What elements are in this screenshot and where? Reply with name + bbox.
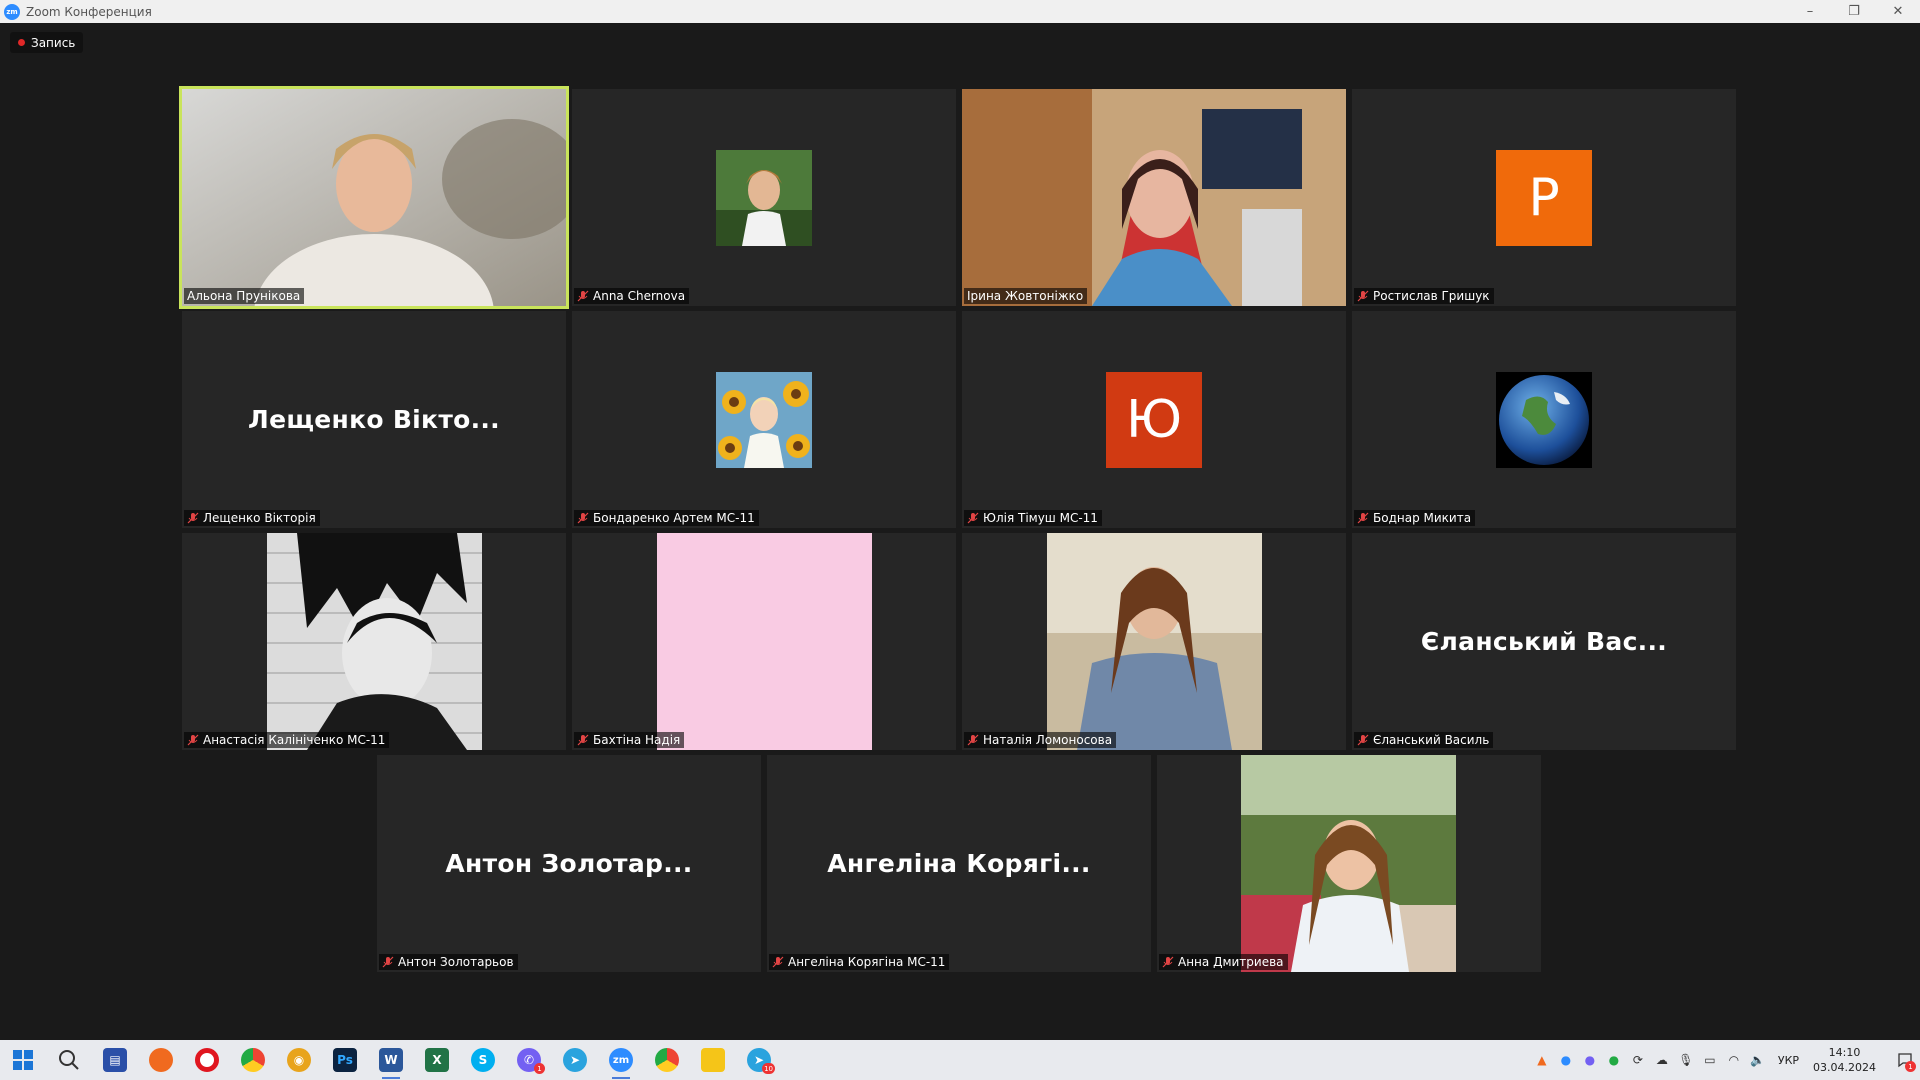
participant-center-name: Ангеліна Корягі... — [827, 849, 1091, 878]
participant-picture — [1047, 533, 1262, 750]
participant-nameplate: Бондаренко Артем МС-11 — [574, 510, 759, 526]
participant-center-name: Лещенко Вікто... — [248, 405, 500, 434]
participant-tile-p15[interactable]: Анна Дмитриева — [1157, 755, 1541, 972]
language-indicator[interactable]: УКР — [1778, 1054, 1799, 1067]
participant-video — [962, 89, 1346, 306]
viber-tray-icon[interactable]: ● — [1578, 1040, 1602, 1080]
participant-nameplate: Ангеліна Корягіна МС-11 — [769, 954, 950, 970]
viber-icon[interactable]: ✆ 1 — [506, 1040, 552, 1080]
mic-muted-icon — [772, 956, 784, 968]
telegram-badge: 10 — [762, 1063, 775, 1074]
viber-badge: 1 — [534, 1063, 545, 1074]
participant-picture — [1241, 755, 1456, 972]
participant-tile-p14[interactable]: Ангеліна Корягі... Ангеліна Корягіна МС-… — [767, 755, 1151, 972]
wifi-icon[interactable]: ◠ — [1722, 1040, 1746, 1080]
mic-muted-icon — [1357, 290, 1369, 302]
zoom-icon[interactable]: zm — [598, 1040, 644, 1080]
mic-muted-icon — [1357, 734, 1369, 746]
clock[interactable]: 14:10 03.04.2024 — [1813, 1045, 1876, 1075]
mic-muted-icon — [577, 290, 589, 302]
participant-tile-p6[interactable]: Бондаренко Артем МС-11 — [572, 311, 956, 528]
participant-tile-p11[interactable]: Наталія Ломоносова — [962, 533, 1346, 750]
recording-label: Запись — [31, 35, 76, 50]
search-icon[interactable] — [46, 1040, 92, 1080]
participant-tile-p4[interactable]: Р Ростислав Гришук — [1352, 89, 1736, 306]
participant-tile-p12[interactable]: Єланський Вас... Єланський Василь — [1352, 533, 1736, 750]
mic-muted-icon — [382, 956, 394, 968]
participant-nameplate: Антон Золотарьов — [379, 954, 518, 970]
sync-icon[interactable]: ⟳ — [1626, 1040, 1650, 1080]
participant-photo — [716, 371, 812, 468]
globe-avatar-icon — [1496, 371, 1592, 468]
clock-time: 14:10 — [1828, 1046, 1861, 1059]
firefox-icon[interactable] — [138, 1040, 184, 1080]
participant-tile-p5[interactable]: Лещенко Вікто... Лещенко Вікторія — [182, 311, 566, 528]
volume-icon[interactable]: 🔈 — [1746, 1040, 1770, 1080]
participant-tile-p10[interactable]: Бахтіна Надія — [572, 533, 956, 750]
participant-nameplate: Наталія Ломоносова — [964, 732, 1117, 748]
participant-nameplate: Ростислав Гришук — [1354, 288, 1494, 304]
participant-letter-avatar: Р — [1496, 149, 1592, 246]
zoom-tray-icon[interactable]: ● — [1554, 1040, 1578, 1080]
start-icon[interactable] — [0, 1040, 46, 1080]
chrome-2-icon[interactable] — [644, 1040, 690, 1080]
participant-center-name: Антон Золотар... — [445, 849, 693, 878]
record-dot-icon — [18, 39, 25, 46]
word-icon[interactable]: W — [368, 1040, 414, 1080]
participant-tile-p2[interactable]: Anna Chernova — [572, 89, 956, 306]
microphone-icon[interactable]: 🎙 — [1674, 1040, 1698, 1080]
participant-nameplate: Юлія Тімуш МС-11 — [964, 510, 1102, 526]
excel-icon[interactable]: X — [414, 1040, 460, 1080]
opera-icon[interactable] — [184, 1040, 230, 1080]
participant-video — [182, 89, 566, 306]
battery-icon[interactable]: ▭ — [1698, 1040, 1722, 1080]
eye-app-icon[interactable]: ◉ — [276, 1040, 322, 1080]
participant-tile-p3[interactable]: Ірина Жовтоніжко — [962, 89, 1346, 306]
file-explorer-icon[interactable] — [690, 1040, 736, 1080]
telegram-icon[interactable]: ➤ — [552, 1040, 598, 1080]
participant-nameplate: Anna Chernova — [574, 288, 690, 304]
participant-nameplate: Анна Дмитриева — [1159, 954, 1288, 970]
participant-picture — [657, 533, 872, 750]
participant-nameplate: Лещенко Вікторія — [184, 510, 320, 526]
mic-muted-icon — [1162, 956, 1174, 968]
telegram-2-icon[interactable]: ➤ 10 — [736, 1040, 782, 1080]
mic-muted-icon — [577, 512, 589, 524]
gallery-view: Альона Прунікова Anna Chernova Ірина Жов… — [0, 0, 1920, 1040]
notification-center-icon[interactable]: 1 — [1890, 1040, 1920, 1080]
photoshop-icon[interactable]: Ps — [322, 1040, 368, 1080]
mic-muted-icon — [967, 734, 979, 746]
skype-icon[interactable]: S — [460, 1040, 506, 1080]
participant-nameplate: Анастасія Калініченко МС-11 — [184, 732, 390, 748]
participant-tile-p1[interactable]: Альона Прунікова — [179, 86, 569, 309]
participant-tile-p8[interactable]: Боднар Микита — [1352, 311, 1736, 528]
chrome-tray-icon[interactable]: ● — [1602, 1040, 1626, 1080]
participant-tile-p9[interactable]: Анастасія Калініченко МС-11 — [182, 533, 566, 750]
chrome-icon[interactable] — [230, 1040, 276, 1080]
clock-date: 03.04.2024 — [1813, 1061, 1876, 1074]
save-app-icon[interactable]: ▤ — [92, 1040, 138, 1080]
participant-tile-p7[interactable]: Ю Юлія Тімуш МС-11 — [962, 311, 1346, 528]
participant-nameplate: Ірина Жовтоніжко — [964, 288, 1088, 304]
recording-indicator[interactable]: Запись — [10, 32, 84, 53]
participant-tile-p13[interactable]: Антон Золотар... Антон Золотарьов — [377, 755, 761, 972]
windows-taskbar: ▤ ◉ Ps W X S ✆ 1 ➤ zm ➤ 10 ▲ ● ● ● ⟳ ☁ 🎙… — [0, 1040, 1920, 1080]
participant-nameplate: Альона Прунікова — [184, 288, 305, 304]
mic-muted-icon — [1357, 512, 1369, 524]
participant-nameplate: Єланський Василь — [1354, 732, 1494, 748]
mic-muted-icon — [187, 734, 199, 746]
participant-picture — [267, 533, 482, 750]
system-tray: ▲ ● ● ● ⟳ ☁ 🎙 ▭ ◠ 🔈 УКР 14:10 03.04.2024… — [1530, 1040, 1920, 1080]
participant-nameplate: Боднар Микита — [1354, 510, 1476, 526]
notification-count-badge: 1 — [1905, 1061, 1916, 1072]
mic-muted-icon — [967, 512, 979, 524]
mic-muted-icon — [577, 734, 589, 746]
mic-muted-icon — [187, 512, 199, 524]
onedrive-icon[interactable]: ☁ — [1650, 1040, 1674, 1080]
participant-letter-avatar: Ю — [1106, 371, 1202, 468]
participant-nameplate: Бахтіна Надія — [574, 732, 685, 748]
participant-photo — [716, 149, 812, 246]
avast-icon[interactable]: ▲ — [1530, 1040, 1554, 1080]
participant-center-name: Єланський Вас... — [1420, 627, 1668, 656]
